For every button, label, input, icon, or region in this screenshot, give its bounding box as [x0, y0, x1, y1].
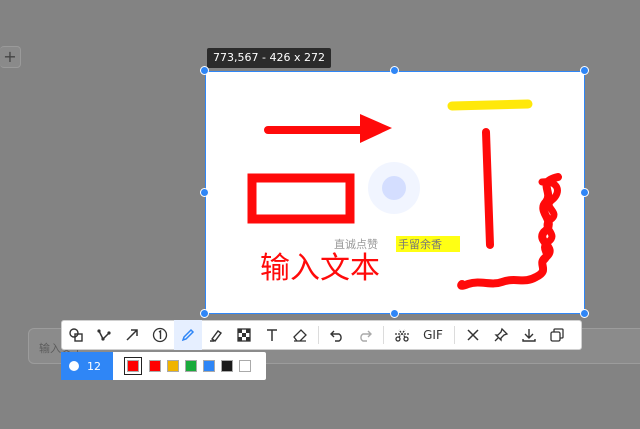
eraser-tool-button[interactable] [286, 320, 314, 350]
close-button[interactable] [459, 320, 487, 350]
pen-icon [181, 328, 195, 342]
resize-handle-e[interactable] [580, 188, 589, 197]
color-swatch-yellow[interactable] [167, 360, 179, 372]
cutout-button[interactable] [388, 320, 416, 350]
resize-handle-ne[interactable] [580, 66, 589, 75]
mosaic-tool-button[interactable] [230, 320, 258, 350]
pen-options-bar: 12 [61, 352, 266, 380]
resize-handle-nw[interactable] [200, 66, 209, 75]
brush-size-selector[interactable]: 12 [61, 352, 113, 380]
red-vertical-line [482, 128, 494, 249]
copy-icon [550, 328, 564, 342]
marker-tool-button[interactable] [202, 320, 230, 350]
add-button[interactable]: + [0, 46, 21, 68]
polyline-icon [97, 329, 111, 341]
arrow-tool-button[interactable] [118, 320, 146, 350]
capture-selection[interactable]: 直诚点赞 手留余香 输入文本 [205, 71, 585, 314]
pin-icon [494, 327, 509, 342]
yellow-stroke [447, 99, 533, 111]
toolbar-divider [318, 326, 319, 344]
resize-handle-se[interactable] [580, 309, 589, 318]
resize-handle-s[interactable] [390, 309, 399, 318]
toolbar-divider [383, 326, 384, 344]
mosaic-icon [237, 328, 251, 342]
color-swatch-black[interactable] [221, 360, 233, 372]
download-icon [522, 329, 536, 342]
color-swatch-blue[interactable] [203, 360, 215, 372]
red-rectangle [247, 173, 355, 224]
undo-button[interactable] [323, 320, 351, 350]
selection-info-label: 773,567 - 426 x 272 [207, 48, 331, 68]
scissors-icon [395, 329, 409, 342]
highlight-text: 手留余香 [398, 237, 442, 251]
annotation-toolbar: GIF [61, 320, 582, 350]
watermark-text: 直诚点赞 [334, 237, 378, 251]
typed-text: 输入文本 [260, 251, 380, 286]
red-scribble [457, 173, 562, 290]
redo-button[interactable] [351, 320, 379, 350]
text-tool-button[interactable] [258, 320, 286, 350]
gif-button[interactable]: GIF [416, 320, 450, 350]
pin-button[interactable] [487, 320, 515, 350]
pen-tool-button[interactable] [174, 320, 202, 350]
shape-tool-button[interactable] [62, 320, 90, 350]
text-icon [267, 329, 277, 341]
resize-handle-w[interactable] [200, 188, 209, 197]
color-swatch-green[interactable] [185, 360, 197, 372]
color-swatch-current[interactable] [124, 357, 142, 375]
arrow-icon [126, 329, 138, 341]
annotation-canvas[interactable]: 直诚点赞 手留余香 输入文本 [206, 72, 585, 314]
toolbar-divider [454, 326, 455, 344]
close-icon [467, 329, 479, 341]
brush-size-value: 12 [87, 359, 101, 373]
undo-icon [330, 330, 342, 342]
download-button[interactable] [515, 320, 543, 350]
eraser-icon [293, 329, 307, 342]
redo-icon [360, 330, 372, 342]
color-swatch-white[interactable] [239, 360, 251, 372]
marker-icon [210, 330, 223, 342]
polyline-tool-button[interactable] [90, 320, 118, 350]
number-step-tool-button[interactable] [146, 320, 174, 350]
color-swatch-red[interactable] [149, 360, 161, 372]
resize-handle-sw[interactable] [200, 309, 209, 318]
number-step-icon [152, 327, 168, 343]
copy-button[interactable] [543, 320, 571, 350]
resize-handle-n[interactable] [390, 66, 399, 75]
shape-icon [69, 328, 83, 342]
brush-size-dot-icon [69, 361, 79, 371]
